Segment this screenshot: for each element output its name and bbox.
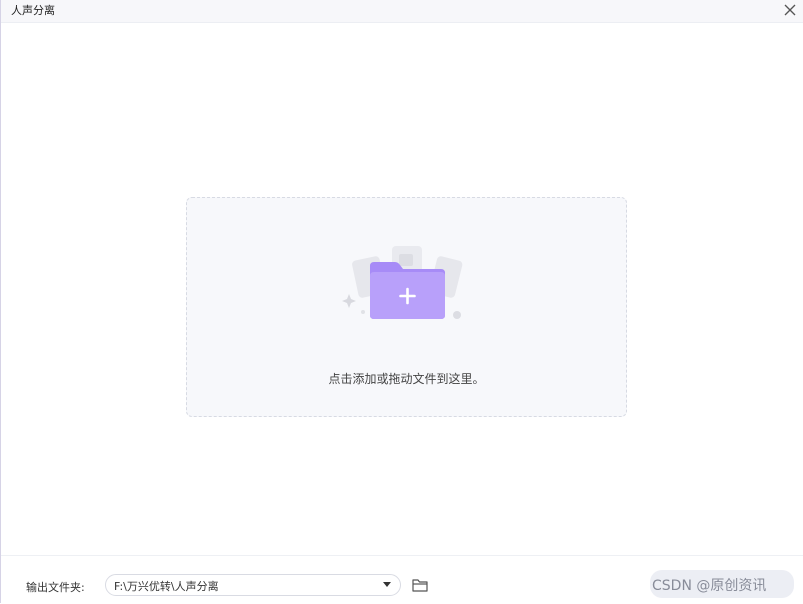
watermark: CSDN @原创资讯: [650, 570, 794, 598]
close-icon: [784, 4, 796, 16]
footer-bar: 输出文件夹: F:\万兴优转\人声分离 CSDN @原创资讯: [1, 555, 803, 604]
output-path-select[interactable]: F:\万兴优转\人声分离: [105, 574, 401, 596]
folder-icon: [412, 579, 428, 592]
chevron-down-icon[interactable]: [382, 581, 392, 589]
browse-folder-button[interactable]: [411, 577, 429, 593]
add-folder-icon: [342, 246, 463, 319]
drop-zone-hint: 点击添加或拖动文件到这里。: [328, 372, 485, 386]
file-drop-zone[interactable]: 点击添加或拖动文件到这里。: [186, 197, 627, 417]
window-title: 人声分离: [11, 4, 55, 17]
output-path-value: F:\万兴优转\人声分离: [114, 580, 219, 593]
title-bar: 人声分离: [1, 0, 803, 23]
app-window: 人声分离 点击添加或拖动文件到这里。 输出文件夹: F:\万兴优转\人声分离 C…: [0, 0, 803, 604]
watermark-text: CSDN @原创资讯: [652, 578, 767, 594]
output-folder-label: 输出文件夹:: [26, 581, 85, 594]
close-button[interactable]: [781, 1, 799, 19]
